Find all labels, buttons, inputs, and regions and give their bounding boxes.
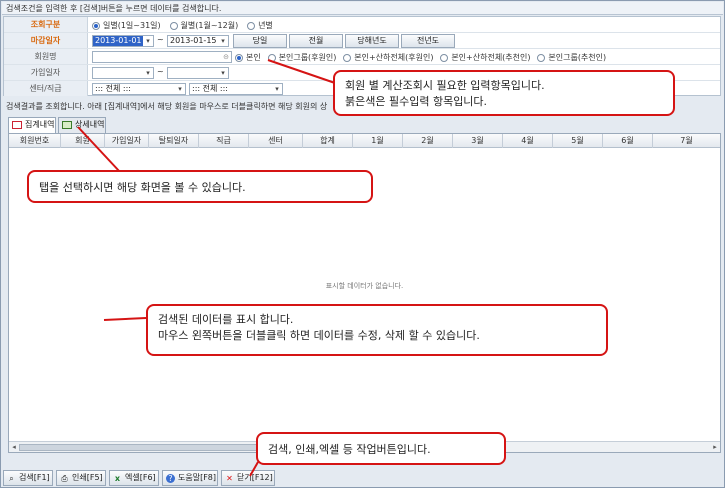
radio-daily[interactable]: 일별(1일~31일) [92,20,161,31]
scroll-left-icon[interactable]: ◂ [9,442,19,452]
close-icon: ✕ [226,474,233,483]
join-date-tilde: ~ [157,67,164,76]
tab-summary[interactable]: 집계내역 [8,117,56,133]
callout-input-fields: 회원 별 계산조회시 필요한 입력항목입니다. 붉은색은 필수입력 항목입니다. [333,70,675,116]
empty-grid-message: 표시할 데이터가 없습니다. [325,282,404,290]
column-header[interactable]: 4월 [503,134,553,148]
help-icon: ? [166,474,175,483]
radio-self-group-recommender[interactable]: 본인그룹(추천인) [537,52,606,63]
radio-self-group-sponsor[interactable]: 본인그룹(후원인) [267,52,336,63]
column-header[interactable]: 5월 [553,134,603,148]
member-name-input[interactable]: ⊝ [92,51,232,63]
radio-yearly[interactable]: 년별 [247,20,273,31]
callout-line: 검색, 인쇄,엑셀 등 작업버튼입니다. [268,443,431,456]
callout-line: 붉은색은 필수입력 항목입니다. [345,95,488,108]
column-header[interactable]: 회원번호 [9,134,61,148]
close-button[interactable]: ✕ 닫기[F12] [221,470,275,486]
summary-tab-icon [12,121,22,129]
radio-self-all-sponsor[interactable]: 본인+산하전체(후원인) [343,52,433,63]
column-header[interactable]: 6월 [603,134,653,148]
callout-line: 회원 별 계산조회시 필요한 입력항목입니다. [345,79,545,92]
help-button[interactable]: ? 도움말[F8] [162,470,218,486]
this-year-button[interactable]: 당해년도 [345,34,399,48]
prev-month-button[interactable]: 전월 [289,34,343,48]
column-header[interactable]: 2월 [403,134,453,148]
deadline-row: 마감일자 2013-01-01 ▾ ~ 2013-01-15 ▾ 당일 전월 당… [4,33,720,49]
action-toolbar: ⌕ 검색[F1] ⎙ 인쇄[F5] x 엑셀[F6] ? 도움말[F8] ✕ 닫기[F12… [3,470,722,486]
column-header[interactable]: 회원 [61,134,105,148]
center-select[interactable]: ::: 전체 ::: ▾ [92,83,186,95]
callout-data-grid: 검색된 데이터를 표시 합니다. 마우스 왼쪽버튼을 더블클릭 하면 데이터를 … [146,304,608,356]
chevron-down-icon[interactable]: ▾ [175,84,185,94]
radio-dot-icon [267,53,276,62]
join-date-to-input[interactable]: ▾ [167,67,229,79]
chevron-down-icon[interactable]: ▾ [218,36,228,46]
scrollbar-thumb[interactable] [19,444,289,451]
radio-dot-icon [169,21,178,30]
clear-icon[interactable]: ⊝ [221,52,231,62]
prev-year-button[interactable]: 전년도 [401,34,455,48]
date-to-input[interactable]: 2013-01-15 ▾ [167,35,229,47]
scroll-right-icon[interactable]: ▸ [710,442,720,452]
radio-monthly[interactable]: 월별(1월~12월) [169,20,238,31]
search-button[interactable]: ⌕ 검색[F1] [3,470,53,486]
column-header[interactable]: 3월 [453,134,503,148]
column-header[interactable]: 1월 [353,134,403,148]
search-icon: ⌕ [9,474,14,483]
date-range-tilde: ~ [157,35,164,44]
print-button[interactable]: ⎙ 인쇄[F5] [56,470,106,486]
rank-select[interactable]: ::: 전체 ::: ▾ [189,83,283,95]
column-header[interactable]: 직급 [199,134,249,148]
radio-dot-icon [92,21,100,30]
search-type-row: 조회구분 일별(1일~31일) 월별(1월~12월) 년별 [4,17,720,33]
center-rank-label: 센터/직급 [4,81,88,96]
join-date-label: 가입일자 [4,65,88,80]
callout-tabs: 탭을 선택하시면 해당 화면을 볼 수 있습니다. [27,170,373,203]
detail-tab-icon [62,121,72,129]
column-header[interactable]: 탈퇴일자 [149,134,199,148]
radio-dot-icon [537,53,546,62]
radio-dot-icon [343,53,352,62]
radio-self-all-recommender[interactable]: 본인+산하전체(추천인) [440,52,531,63]
radio-dot-icon [440,53,449,62]
callout-toolbar: 검색, 인쇄,엑셀 등 작업버튼입니다. [256,432,506,465]
column-header[interactable]: 합계 [303,134,353,148]
column-header[interactable]: 센터 [249,134,303,148]
column-header[interactable]: 가입일자 [105,134,149,148]
date-from-input[interactable]: 2013-01-01 ▾ [92,35,154,47]
grid-header: 회원번호 회원 가입일자 탈퇴일자 직급 센터 합계 1월 2월 3월 4월 5… [9,134,720,148]
join-date-from-input[interactable]: ▾ [92,67,154,79]
member-row: 회원명 ⊝ 본인 본인그룹(후원인) 본인+산하전체(후원인) 본인+산하전체(… [4,49,720,65]
chevron-down-icon[interactable]: ▾ [272,84,282,94]
callout-line: 검색된 데이터를 표시 합니다. [158,313,294,326]
radio-dot-icon [235,53,243,62]
excel-button[interactable]: x 엑셀[F6] [109,470,159,486]
search-type-label: 조회구분 [4,17,88,32]
excel-icon: x [114,474,121,483]
radio-dot-icon [247,21,256,30]
search-hint-text: 검색조건을 입력한 후 [검색]버튼을 누르면 데이터를 검색합니다. [2,2,723,15]
printer-icon: ⎙ [61,474,68,483]
callout-line: 마우스 왼쪽버튼을 더블클릭 하면 데이터를 수정, 삭제 할 수 있습니다. [158,329,480,342]
chevron-down-icon[interactable]: ▾ [143,36,153,46]
chevron-down-icon[interactable]: ▾ [218,68,228,78]
callout-line: 탭을 선택하시면 해당 화면을 볼 수 있습니다. [39,181,246,194]
radio-self[interactable]: 본인 [235,52,261,63]
chevron-down-icon[interactable]: ▾ [143,68,153,78]
tab-detail[interactable]: 상세내역 [58,117,106,133]
member-label: 회원명 [4,49,88,64]
deadline-label: 마감일자 [4,33,88,48]
today-button[interactable]: 당일 [233,34,287,48]
column-header[interactable]: 7월 [653,134,720,148]
